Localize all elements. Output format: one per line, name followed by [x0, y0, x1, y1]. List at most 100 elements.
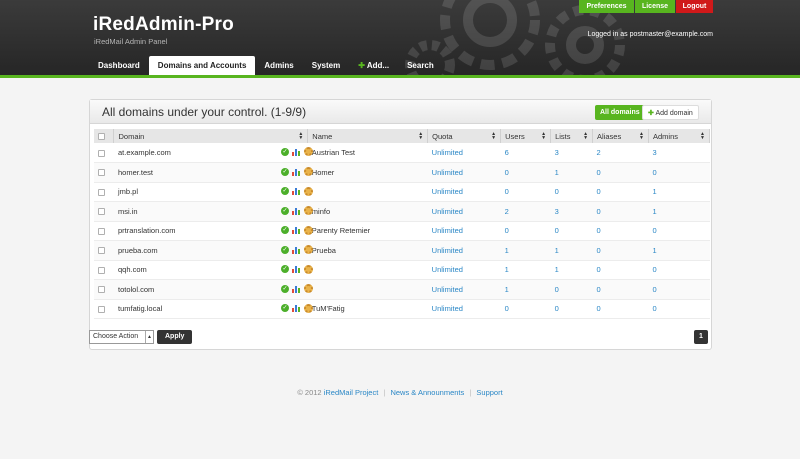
users-link[interactable]: 0 [505, 187, 509, 196]
aliases-link[interactable]: 0 [597, 207, 601, 216]
nav-system[interactable]: System [303, 56, 349, 75]
enabled-check-icon[interactable]: ✓ [280, 245, 289, 254]
col-lists[interactable]: Lists ▲ ▼ [550, 129, 594, 143]
col-domain[interactable]: Domain ▲ ▼ [113, 129, 309, 143]
domain-link[interactable]: homer.test [118, 168, 153, 177]
quota-link[interactable]: Unlimited [432, 187, 463, 196]
aliases-link[interactable]: 0 [597, 304, 601, 313]
nav-admins[interactable]: Admins [255, 56, 302, 75]
lists-link[interactable]: 0 [555, 285, 559, 294]
aliases-link[interactable]: 0 [597, 265, 601, 274]
app-logo[interactable]: iRedAdmin-Pro [93, 14, 234, 36]
settings-gear-icon[interactable] [303, 225, 313, 235]
admins-link[interactable]: 1 [652, 187, 656, 196]
quota-link[interactable]: Unlimited [432, 168, 463, 177]
quota-link[interactable]: Unlimited [432, 265, 463, 274]
users-link[interactable]: 0 [505, 304, 509, 313]
lists-link[interactable]: 3 [555, 207, 559, 216]
license-button[interactable]: License [635, 0, 675, 13]
admins-link[interactable]: 0 [652, 168, 656, 177]
enabled-check-icon[interactable]: ✓ [280, 226, 289, 234]
statistics-chart-icon[interactable] [291, 304, 301, 312]
settings-gear-icon[interactable] [303, 245, 313, 254]
statistics-chart-icon[interactable] [291, 207, 301, 215]
statistics-chart-icon[interactable] [291, 187, 301, 195]
col-users[interactable]: Users ▲ ▼ [500, 129, 552, 143]
lists-link[interactable]: 0 [555, 187, 559, 196]
statistics-chart-icon[interactable] [291, 285, 301, 293]
footer-news-link[interactable]: News & Announments [390, 388, 464, 397]
quota-link[interactable]: Unlimited [432, 226, 463, 235]
domain-link[interactable]: totolol.com [118, 285, 154, 294]
row-checkbox[interactable] [98, 227, 105, 235]
col-aliases[interactable]: Aliases ▲ ▼ [592, 129, 649, 143]
settings-gear-icon[interactable] [303, 284, 313, 293]
nav-domains-and-accounts[interactable]: Domains and Accounts [148, 56, 256, 75]
all-domains-button[interactable]: All domains [595, 105, 645, 120]
domain-link[interactable]: qqh.com [118, 265, 147, 274]
enabled-check-icon[interactable]: ✓ [280, 187, 289, 195]
action-select[interactable]: Choose Action ▲ [89, 330, 154, 344]
logout-button[interactable]: Logout [676, 0, 713, 13]
settings-gear-icon[interactable] [303, 186, 313, 196]
lists-link[interactable]: 0 [555, 226, 559, 235]
row-checkbox[interactable] [98, 286, 105, 294]
add-domain-button[interactable]: ✚ Add domain [642, 105, 699, 120]
row-checkbox[interactable] [98, 208, 105, 216]
settings-gear-icon[interactable] [303, 303, 313, 313]
domain-link[interactable]: prtranslation.com [118, 226, 176, 235]
row-checkbox[interactable] [98, 305, 105, 313]
aliases-link[interactable]: 0 [597, 226, 601, 235]
enabled-check-icon[interactable]: ✓ [280, 284, 289, 293]
aliases-link[interactable]: 0 [597, 246, 601, 255]
footer-support-link[interactable]: Support [476, 388, 502, 397]
aliases-link[interactable]: 0 [597, 168, 601, 177]
quota-link[interactable]: Unlimited [432, 304, 463, 313]
row-checkbox[interactable] [98, 169, 105, 177]
statistics-chart-icon[interactable] [291, 148, 301, 156]
admins-link[interactable]: 0 [652, 285, 656, 294]
enabled-check-icon[interactable]: ✓ [280, 304, 289, 312]
statistics-chart-icon[interactable] [291, 265, 301, 273]
col-name[interactable]: Name ▲ ▼ [307, 129, 429, 143]
users-link[interactable]: 1 [505, 265, 509, 274]
settings-gear-icon[interactable] [303, 147, 313, 156]
lists-link[interactable]: 0 [555, 304, 559, 313]
users-link[interactable]: 0 [505, 226, 509, 235]
footer-project-link[interactable]: iRedMail Project [324, 388, 379, 397]
nav-dashboard[interactable]: Dashboard [89, 56, 149, 75]
lists-link[interactable]: 1 [555, 168, 559, 177]
aliases-link[interactable]: 0 [597, 285, 601, 294]
admins-link[interactable]: 0 [652, 226, 656, 235]
domain-link[interactable]: msi.in [118, 207, 138, 216]
quota-link[interactable]: Unlimited [432, 285, 463, 294]
admins-link[interactable]: 1 [652, 246, 656, 255]
nav-add[interactable]: ✚ Add... [349, 56, 398, 75]
domain-link[interactable]: prueba.com [118, 246, 158, 255]
aliases-link[interactable]: 2 [597, 148, 601, 157]
users-link[interactable]: 1 [505, 285, 509, 294]
quota-link[interactable]: Unlimited [432, 148, 463, 157]
aliases-link[interactable]: 0 [597, 187, 601, 196]
preferences-button[interactable]: Preferences [579, 0, 634, 13]
admins-link[interactable]: 3 [652, 148, 656, 157]
statistics-chart-icon[interactable] [291, 168, 301, 176]
enabled-check-icon[interactable]: ✓ [280, 206, 289, 215]
row-checkbox[interactable] [98, 188, 105, 196]
col-admins[interactable]: Admins ▲ ▼ [648, 129, 711, 143]
row-checkbox[interactable] [98, 149, 105, 157]
admins-link[interactable]: 0 [652, 304, 656, 313]
lists-link[interactable]: 1 [555, 265, 559, 274]
users-link[interactable]: 1 [505, 246, 509, 255]
admins-link[interactable]: 1 [652, 207, 656, 216]
apply-button[interactable]: Apply [157, 330, 193, 344]
enabled-check-icon[interactable]: ✓ [280, 167, 289, 176]
domain-link[interactable]: tumfatig.local [118, 304, 162, 313]
domain-link[interactable]: at.example.com [118, 148, 171, 157]
page-1-button[interactable]: 1 [694, 330, 708, 344]
quota-link[interactable]: Unlimited [432, 246, 463, 255]
row-checkbox[interactable] [98, 247, 105, 255]
admins-link[interactable]: 0 [652, 265, 656, 274]
statistics-chart-icon[interactable] [291, 226, 301, 234]
col-quota[interactable]: Quota ▲ ▼ [427, 129, 502, 143]
